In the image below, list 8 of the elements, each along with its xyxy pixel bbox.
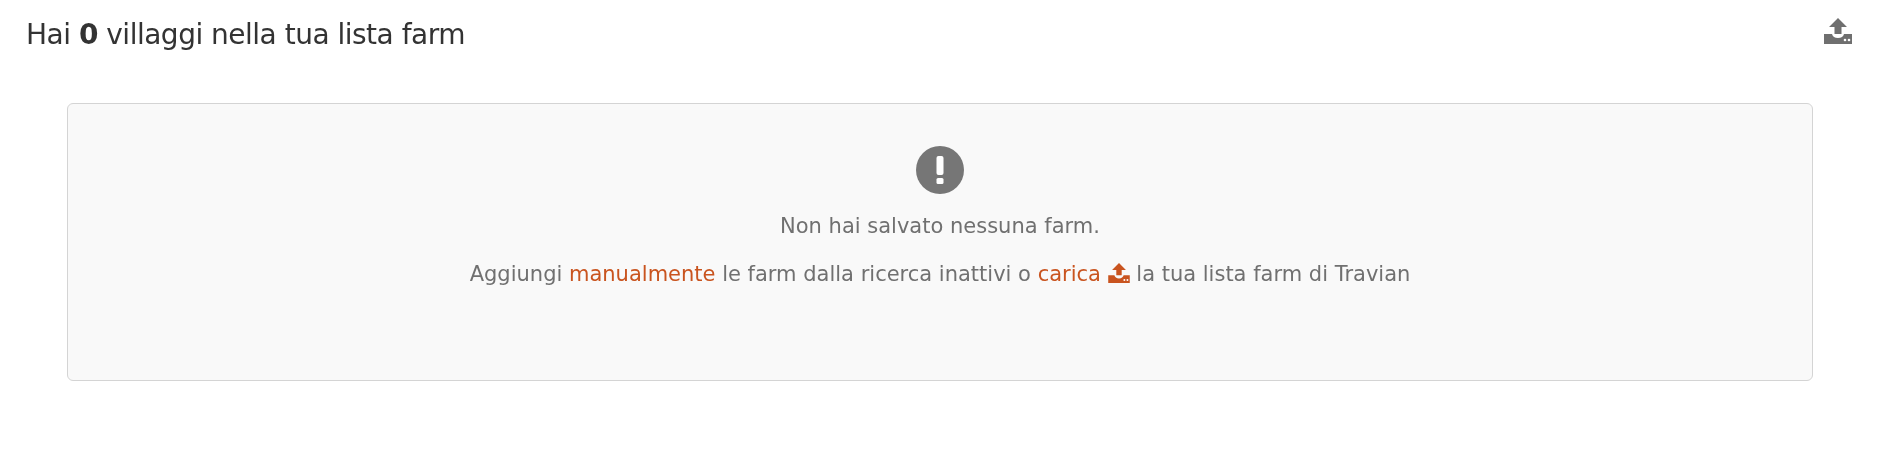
empty-message: Non hai salvato nessuna farm. xyxy=(780,214,1100,238)
upload-icon[interactable] xyxy=(1824,18,1852,44)
upload-link[interactable]: carica xyxy=(1037,262,1130,286)
page-title: Hai 0 villaggi nella tua lista farm xyxy=(26,17,465,51)
exclamation-icon xyxy=(916,146,964,194)
instruction-text: Aggiungi manualmente le farm dalla ricerca inattivi o carica la tua lista farm di Travian xyxy=(469,262,1411,286)
manual-link[interactable]: manualmente xyxy=(569,262,716,286)
upload-icon xyxy=(1107,263,1130,283)
